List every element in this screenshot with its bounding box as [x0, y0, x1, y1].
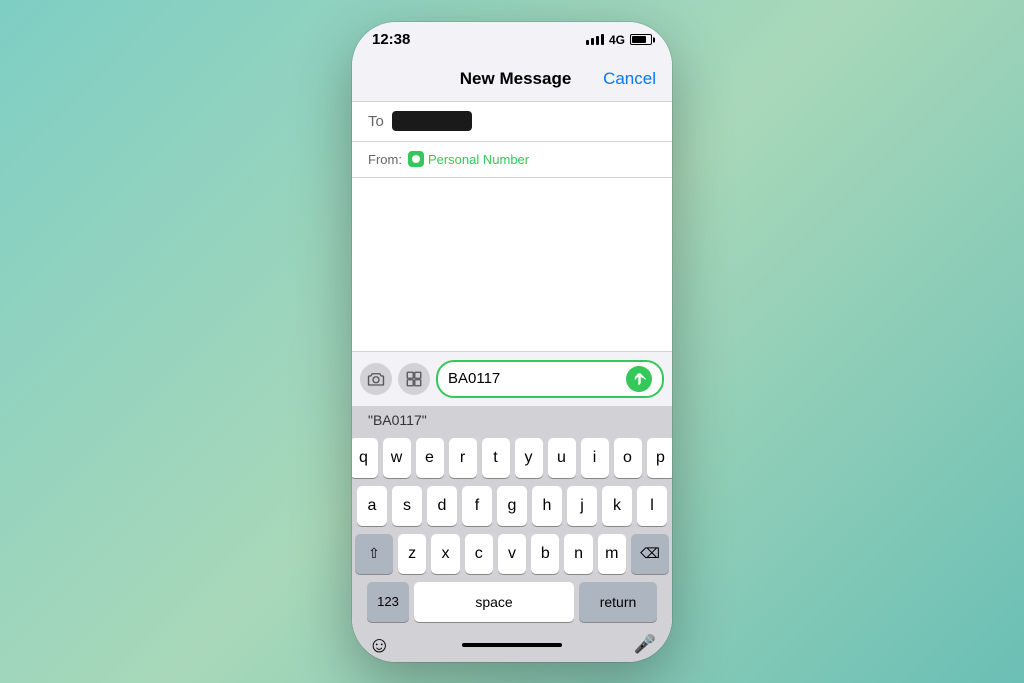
home-indicator: [462, 643, 562, 647]
key-g[interactable]: g: [497, 486, 527, 526]
key-o[interactable]: o: [614, 438, 642, 478]
key-t[interactable]: t: [482, 438, 510, 478]
key-w[interactable]: w: [383, 438, 411, 478]
to-label: To: [368, 113, 384, 130]
key-x[interactable]: x: [431, 534, 459, 574]
delete-key[interactable]: ⌫: [631, 534, 669, 574]
to-recipient: [392, 111, 472, 131]
status-icons: 4G: [586, 33, 652, 47]
network-label: 4G: [609, 33, 625, 47]
from-row: From: Personal Number: [352, 142, 672, 178]
key-f[interactable]: f: [462, 486, 492, 526]
key-k[interactable]: k: [602, 486, 632, 526]
key-r[interactable]: r: [449, 438, 477, 478]
keyboard-bottom: ☺ 🎤: [352, 626, 672, 662]
status-time: 12:38: [372, 31, 410, 48]
autocomplete-bar[interactable]: "BA0117": [352, 406, 672, 434]
signal-icon: [586, 34, 604, 45]
key-h[interactable]: h: [532, 486, 562, 526]
message-body[interactable]: [352, 178, 672, 351]
app-button[interactable]: [398, 363, 430, 395]
nav-title: New Message: [460, 69, 572, 89]
battery-icon: [630, 34, 652, 45]
key-b[interactable]: b: [531, 534, 559, 574]
numbers-key[interactable]: 123: [367, 582, 409, 622]
key-d[interactable]: d: [427, 486, 457, 526]
keyboard-row-2: a s d f g h j k l: [352, 482, 672, 530]
from-label: From:: [368, 152, 402, 167]
microphone-button[interactable]: 🎤: [634, 634, 656, 655]
key-c[interactable]: c: [465, 534, 493, 574]
personal-number-icon: [408, 151, 424, 167]
emoji-button[interactable]: ☺: [368, 632, 390, 658]
key-y[interactable]: y: [515, 438, 543, 478]
return-key[interactable]: return: [579, 582, 657, 622]
key-j[interactable]: j: [567, 486, 597, 526]
camera-button[interactable]: [360, 363, 392, 395]
key-z[interactable]: z: [398, 534, 426, 574]
phone-frame: 12:38 4G New Message Cancel To F: [352, 22, 672, 662]
nav-bar: New Message Cancel: [352, 58, 672, 102]
message-input-wrapper: BA0117: [436, 360, 664, 398]
keyboard: q w e r t y u i o p a s d f g h j k: [352, 434, 672, 662]
keyboard-row-1: q w e r t y u i o p: [352, 434, 672, 482]
to-row: To: [352, 102, 672, 142]
cancel-button[interactable]: Cancel: [603, 69, 656, 89]
key-l[interactable]: l: [637, 486, 667, 526]
key-v[interactable]: v: [498, 534, 526, 574]
message-input[interactable]: BA0117: [448, 370, 626, 387]
key-u[interactable]: u: [548, 438, 576, 478]
keyboard-row-3: ⇧ z x c v b n m ⌫: [352, 530, 672, 578]
key-n[interactable]: n: [564, 534, 592, 574]
send-button[interactable]: [626, 366, 652, 392]
key-q[interactable]: q: [352, 438, 378, 478]
input-toolbar: BA0117: [352, 351, 672, 406]
compose-area: To From: Personal Number: [352, 102, 672, 662]
keyboard-row-4: 123 space return: [352, 578, 672, 626]
key-e[interactable]: e: [416, 438, 444, 478]
shift-key[interactable]: ⇧: [355, 534, 393, 574]
key-i[interactable]: i: [581, 438, 609, 478]
from-number[interactable]: Personal Number: [428, 152, 529, 167]
status-bar: 12:38 4G: [352, 22, 672, 58]
key-p[interactable]: p: [647, 438, 673, 478]
key-s[interactable]: s: [392, 486, 422, 526]
space-key[interactable]: space: [414, 582, 574, 622]
key-m[interactable]: m: [598, 534, 626, 574]
autocomplete-suggestion: "BA0117": [368, 412, 427, 428]
key-a[interactable]: a: [357, 486, 387, 526]
